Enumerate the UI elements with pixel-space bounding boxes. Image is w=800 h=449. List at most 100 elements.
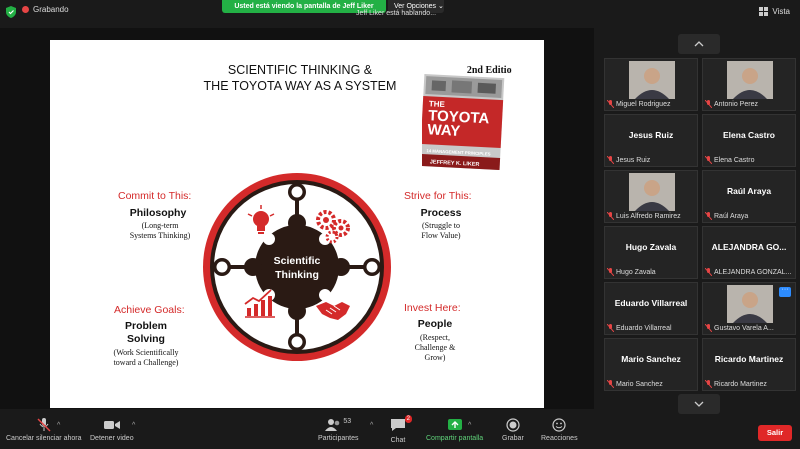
recording-indicator[interactable]: Grabando — [22, 5, 69, 14]
reactions-label: Reacciones — [541, 435, 578, 442]
participant-tile[interactable]: Eduardo Villarreal Eduardo Villarreal — [604, 282, 698, 335]
problem-solving-desc-line-2: toward a Challenge) — [113, 358, 179, 367]
chevron-down-icon — [694, 401, 704, 407]
shield-icon[interactable] — [6, 6, 16, 18]
participant-footer: Raúl Araya — [705, 212, 748, 220]
share-screen-button[interactable]: Compartir pantalla — [426, 418, 483, 442]
participant-footer: Elena Castro — [705, 156, 754, 164]
mic-muted-icon — [607, 324, 614, 332]
participant-name: Hugo Zavala — [616, 268, 656, 276]
person-silhouette-icon — [629, 173, 675, 211]
philosophy-heading: Commit to This: — [118, 190, 192, 202]
video-camera-icon — [103, 421, 120, 429]
people-desc-line-2: Challenge & — [414, 343, 456, 352]
chat-bubble-icon — [391, 419, 405, 431]
chat-button[interactable]: 2 Chat — [390, 415, 412, 444]
person-silhouette-icon — [629, 61, 675, 99]
mic-muted-icon — [705, 380, 712, 388]
participant-display-name: Hugo Zavala — [625, 242, 677, 252]
participant-footer: Hugo Zavala — [607, 268, 656, 276]
recording-label: Grabando — [33, 5, 69, 14]
participants-options-caret[interactable]: ^ — [370, 422, 373, 429]
view-button[interactable]: Vista — [759, 7, 790, 16]
problem-solving-title-line-2: Solving — [127, 333, 165, 345]
meeting-toolbar: Cancelar silenciar ahora ^ Detener video… — [0, 414, 800, 449]
participant-name: Raúl Araya — [714, 212, 749, 220]
mic-muted-icon — [705, 100, 712, 108]
participant-name: ALEJANDRA GONZAL... — [714, 268, 792, 276]
process-title: Process — [420, 207, 462, 219]
participant-name: Ricardo Martinez — [714, 380, 767, 388]
participant-tile[interactable]: ALEJANDRA GO... ALEJANDRA GONZAL... — [702, 226, 796, 279]
record-button[interactable]: Grabar — [502, 418, 524, 442]
book-edition: 2nd Edition — [467, 65, 512, 76]
participant-name: Luis Alfredo Ramirez — [616, 212, 681, 220]
chevron-down-icon: ⌄ — [437, 3, 444, 10]
more-options-icon[interactable]: ··· — [779, 286, 791, 297]
chat-label: Chat — [390, 437, 406, 444]
participant-footer: ALEJANDRA GONZAL... — [705, 268, 791, 276]
share-options-caret[interactable]: ^ — [468, 422, 471, 429]
grid-icon — [759, 7, 769, 16]
mic-options-caret[interactable]: ^ — [57, 422, 60, 429]
people-description: (Respect, Challenge & Grow) — [390, 333, 480, 363]
video-options-caret[interactable]: ^ — [132, 422, 135, 429]
participant-tile[interactable]: Gustavo Varela A... ··· — [702, 282, 796, 335]
participant-name: Antonio Perez — [714, 100, 758, 108]
participant-display-name: Eduardo Villarreal — [614, 298, 688, 308]
participant-tile[interactable]: Mario Sanchez Mario Sanchez — [604, 338, 698, 391]
participant-tile[interactable]: Hugo Zavala Hugo Zavala — [604, 226, 698, 279]
participant-name: Elena Castro — [714, 156, 755, 164]
participant-tile[interactable]: Luis Alfredo Ramirez — [604, 170, 698, 223]
mic-muted-icon — [607, 380, 614, 388]
book-title-3: WAY — [427, 121, 461, 140]
participant-footer: Antonio Perez — [705, 100, 758, 108]
chat-icon-wrap: 2 — [390, 415, 412, 437]
shared-screen[interactable]: SCIENTIFIC THINKING & THE TOYOTA WAY AS … — [0, 28, 594, 409]
unmute-button[interactable]: Cancelar silenciar ahora — [6, 418, 81, 442]
view-label: Vista — [772, 7, 790, 16]
record-label: Grabar — [502, 435, 524, 442]
gallery-prev-button[interactable] — [678, 34, 720, 54]
process-desc-line-1: (Struggle to — [422, 221, 460, 230]
gallery-next-button[interactable] — [678, 394, 720, 414]
participant-display-name: Ricardo Martinez — [714, 354, 784, 364]
participant-display-name: Mario Sanchez — [621, 354, 681, 364]
slide-title-line-2: THE TOYOTA WAY AS A SYSTEM — [203, 79, 397, 93]
participant-display-name: ALEJANDRA GO... — [711, 242, 787, 252]
participant-tile[interactable]: Jesus Ruiz Jesus Ruiz — [604, 114, 698, 167]
zoom-window: Grabando Usted está viendo la pantalla d… — [0, 0, 800, 449]
participant-video — [629, 61, 675, 99]
participant-tile[interactable]: Miguel Rodriguez — [604, 58, 698, 111]
reactions-button[interactable]: Reacciones — [541, 418, 578, 442]
view-options-label: Ver Opciones — [394, 3, 437, 10]
stop-video-label: Detener video — [90, 435, 134, 442]
mic-muted-icon — [705, 156, 712, 164]
process-heading: Strive for This: — [404, 190, 472, 202]
puzzle-wheel-diagram: Scientific Thinking — [203, 173, 391, 361]
top-bar: Grabando Usted está viendo la pantalla d… — [0, 0, 800, 24]
record-dot-icon — [22, 6, 29, 13]
smiley-icon — [552, 418, 566, 432]
philosophy-desc-line-2: Systems Thinking) — [129, 231, 191, 240]
people-desc-line-1: (Respect, — [420, 333, 450, 342]
participant-tile[interactable]: Ricardo Martinez Ricardo Martinez — [702, 338, 796, 391]
problem-solving-title: Problem Solving — [100, 320, 192, 346]
mic-muted-icon — [607, 100, 614, 108]
problem-solving-heading: Achieve Goals: — [114, 304, 185, 316]
participants-label: Participantes — [318, 435, 359, 442]
participant-tile[interactable]: Elena Castro Elena Castro — [702, 114, 796, 167]
leave-button[interactable]: Salir — [758, 425, 792, 441]
stop-video-button[interactable]: Detener video — [90, 418, 134, 442]
unmute-label: Cancelar silenciar ahora — [6, 435, 82, 442]
philosophy-description: (Long-term Systems Thinking) — [110, 221, 210, 241]
participants-button[interactable]: 53 Participantes — [318, 418, 358, 442]
problem-solving-title-line-1: Problem — [124, 320, 167, 332]
participant-name: Gustavo Varela A... — [714, 324, 774, 332]
participant-tile[interactable]: Raúl Araya Raúl Araya — [702, 170, 796, 223]
participant-name: Mario Sanchez — [616, 380, 663, 388]
participant-tile[interactable]: Antonio Perez — [702, 58, 796, 111]
person-silhouette-icon — [727, 61, 773, 99]
presentation-slide: SCIENTIFIC THINKING & THE TOYOTA WAY AS … — [50, 40, 544, 408]
participants-icon — [325, 419, 340, 431]
